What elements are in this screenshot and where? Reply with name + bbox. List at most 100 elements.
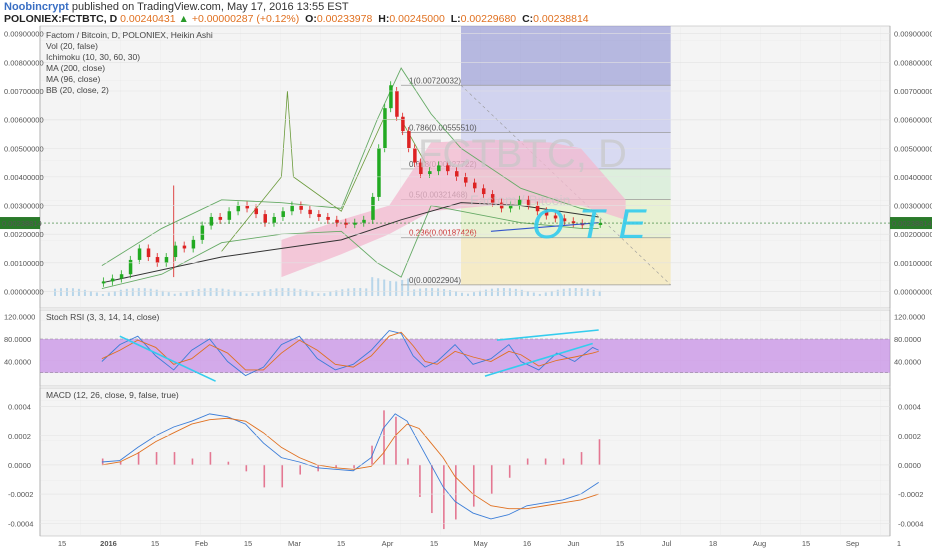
volume-bar <box>215 288 218 296</box>
macd-legend[interactable]: MACD (12, 26, close, 9, false, true) <box>46 390 179 400</box>
right-tick-label: 0.00500000 <box>894 144 932 153</box>
volume-bar <box>490 288 493 296</box>
volume-bar <box>502 288 505 296</box>
candle-body <box>245 205 250 209</box>
right-tick-label: 0.00100000 <box>894 259 932 268</box>
macd-histogram-bar <box>137 452 140 465</box>
volume-bar <box>251 292 254 296</box>
volume-bar <box>209 288 212 296</box>
chart-canvas[interactable]: 1(0.00720032)0.786(0.00555510)0.618(0.00… <box>0 0 932 550</box>
volume-bar <box>449 290 452 296</box>
volume-bar <box>299 289 302 296</box>
legend-ma200[interactable]: MA (200, close) <box>46 63 105 73</box>
left-tick-label: 0.00600000 <box>4 116 44 125</box>
stoch-right-tick: 40.0000 <box>894 358 921 367</box>
macd-histogram-bar <box>227 461 230 465</box>
volume-bar <box>131 288 134 296</box>
volume-bar <box>101 294 104 296</box>
macd-right-tick: -0.0004 <box>898 519 923 528</box>
volume-bar <box>107 292 110 296</box>
macd-histogram-bar <box>598 439 601 465</box>
macd-histogram-bar <box>490 464 493 494</box>
volume-bar <box>329 291 332 296</box>
x-tick-label: Mar <box>288 539 301 548</box>
x-tick-label: Jul <box>662 539 672 548</box>
stoch-left-tick: 40.0000 <box>4 358 31 367</box>
volume-bar <box>407 278 410 296</box>
macd-histogram-bar <box>209 452 212 465</box>
x-tick-label: May <box>473 539 487 548</box>
macd-histogram-bar <box>155 452 158 465</box>
volume-bar <box>526 291 529 296</box>
candle-body <box>119 274 124 279</box>
candle-body <box>263 214 267 223</box>
right-tick-label: 0.00400000 <box>894 173 932 182</box>
candle-body <box>335 219 339 223</box>
volume-bar <box>227 289 230 296</box>
volume-bar <box>191 289 194 296</box>
x-tick-label: 1 <box>897 539 901 548</box>
macd-histogram-bar <box>431 464 433 514</box>
macd-histogram-bar <box>407 458 409 465</box>
candle-body <box>464 176 468 183</box>
candle-body <box>272 216 276 223</box>
left-tick-label: 0.00200000 <box>4 230 44 239</box>
volume-bar <box>532 292 535 296</box>
volume-bar <box>544 292 547 296</box>
volume-bar <box>137 288 140 296</box>
candle-body <box>218 216 223 220</box>
x-tick-label: Feb <box>195 539 208 548</box>
candle-body <box>281 211 285 217</box>
volume-bar <box>496 288 499 296</box>
volume-bar <box>53 288 56 296</box>
candle-body <box>326 216 330 220</box>
legend-bb[interactable]: BB (20, close, 2) <box>46 85 109 95</box>
volume-bar <box>472 292 475 296</box>
volume-bar <box>203 288 206 296</box>
candle-body <box>377 148 381 197</box>
volume-bar <box>467 293 469 296</box>
volume-bar <box>179 292 182 296</box>
volume-bar <box>167 292 170 296</box>
macd-left-tick: -0.0002 <box>8 490 33 499</box>
volume-bar <box>586 288 589 296</box>
candle-body <box>299 205 303 210</box>
volume-bar <box>437 288 440 296</box>
x-tick-label: 15 <box>430 539 438 548</box>
candle-body <box>362 219 366 223</box>
right-tick-label: 0.00200000 <box>894 230 932 239</box>
candle-body <box>128 259 133 275</box>
candle-body <box>209 216 214 226</box>
volume-bar <box>520 289 523 296</box>
macd-right-tick: 0.0004 <box>898 403 921 412</box>
volume-bar <box>443 289 446 296</box>
volume-bar <box>556 289 559 296</box>
stoch-legend[interactable]: Stoch RSI (3, 3, 14, 14, close) <box>46 312 160 322</box>
volume-bar <box>383 279 386 296</box>
macd-right-tick: 0.0002 <box>898 432 921 441</box>
candle-body <box>110 278 115 282</box>
volume-bar <box>395 281 398 296</box>
legend-title[interactable]: Factom / Bitcoin, D, POLONIEX, Heikin As… <box>46 30 213 40</box>
ote-annotation[interactable]: OTE <box>532 200 660 247</box>
volume-bar <box>514 288 517 296</box>
legend-ichimoku[interactable]: Ichimoku (10, 30, 60, 30) <box>46 52 140 62</box>
candle-body <box>395 90 399 117</box>
volume-bar <box>197 288 200 296</box>
left-tick-label: 0.00900000 <box>4 30 44 39</box>
volume-bar <box>341 289 344 296</box>
candle-body <box>317 214 321 217</box>
stoch-left-tick: 120.0000 <box>4 313 35 322</box>
volume-bar <box>77 288 80 296</box>
macd-histogram-bar <box>395 416 397 465</box>
right-tick-label: 0.00900000 <box>894 30 932 39</box>
volume-bar <box>317 293 320 296</box>
volume-bar <box>389 281 392 296</box>
x-tick-label: 15 <box>244 539 252 548</box>
volume-bar <box>245 293 248 296</box>
legend-ma96[interactable]: MA (96, close) <box>46 74 100 84</box>
legend-volume[interactable]: Vol (20, false) <box>46 41 98 51</box>
volume-bar <box>83 289 86 296</box>
candle-body <box>308 209 312 215</box>
macd-histogram-bar <box>281 464 284 488</box>
